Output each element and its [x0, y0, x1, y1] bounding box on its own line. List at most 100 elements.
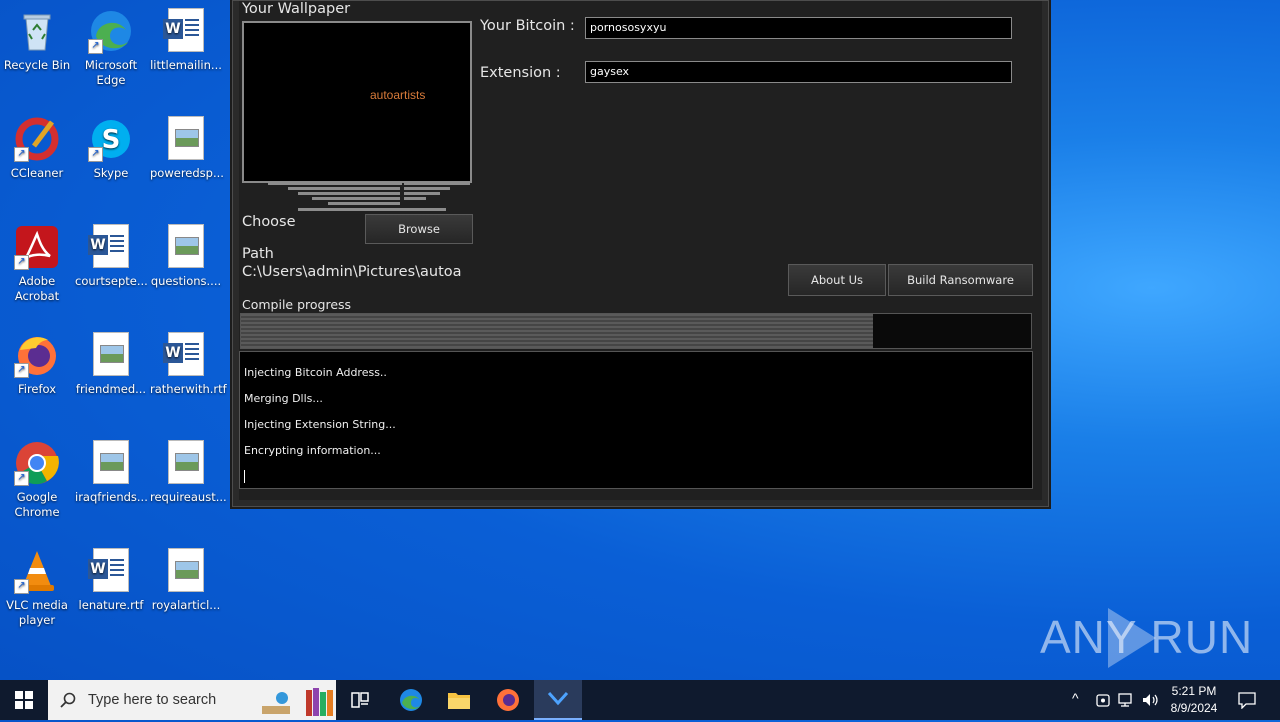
desktop-icon-label: CCleaner: [10, 166, 64, 180]
network-icon[interactable]: [1118, 692, 1134, 708]
start-button[interactable]: [0, 680, 48, 720]
browse-button[interactable]: Browse: [365, 214, 473, 244]
log-line: Merging Dlls...: [244, 392, 323, 405]
windows-logo-icon: [15, 691, 33, 709]
edge-icon: ↗: [88, 8, 134, 54]
path-value: C:\Users\admin\Pictures\autoa: [242, 264, 462, 280]
about-us-button[interactable]: About Us: [788, 264, 886, 296]
desktop-icon-label: Adobe Acrobat: [14, 274, 60, 303]
log-line: Injecting Bitcoin Address..: [244, 366, 387, 379]
desktop-icon-label: ratherwith.rtf: [150, 382, 227, 396]
desktop-icon-word-doc[interactable]: W ratherwith.rtf: [150, 332, 227, 397]
desktop-icon-vlc[interactable]: ↗ VLC media player: [1, 548, 73, 628]
desktop-icon-label: friendmed...: [75, 382, 147, 396]
image-file-icon: [88, 332, 134, 378]
image-file-icon: [163, 116, 209, 162]
firefox-icon: [497, 689, 519, 711]
wallpaper-label: Your Wallpaper: [242, 1, 351, 17]
desktop-icon-label: Microsoft Edge: [84, 58, 138, 87]
meet-now-icon[interactable]: [1096, 692, 1110, 708]
folder-icon: [448, 693, 470, 709]
desktop-icon-label: questions....: [150, 274, 222, 288]
build-ransomware-button[interactable]: Build Ransomware: [888, 264, 1033, 296]
task-view-icon: [351, 692, 369, 708]
app-check-icon: [547, 691, 569, 706]
search-icon: [60, 692, 76, 708]
desktop-icon-image-file[interactable]: royalarticl...: [150, 548, 222, 613]
image-file-icon: [163, 548, 209, 594]
text-caret: [244, 470, 245, 483]
firefox-icon: ↗: [14, 332, 60, 378]
anyrun-watermark: ANY RUN: [1040, 611, 1254, 663]
desktop-icon-adobe-acrobat[interactable]: ↗ Adobe Acrobat: [1, 224, 73, 304]
desktop-icon-firefox[interactable]: ↗ Firefox: [1, 332, 73, 397]
search-highlight-books-icon: [260, 684, 334, 718]
svg-text:S: S: [102, 125, 121, 155]
wallpaper-preview-text: autoartists: [370, 88, 426, 102]
ccleaner-icon: ↗: [14, 116, 60, 162]
compile-progress-label: Compile progress: [242, 297, 352, 312]
task-view-button[interactable]: [344, 680, 376, 720]
vlc-icon: ↗: [14, 548, 60, 594]
bitcoin-label: Your Bitcoin :: [480, 18, 575, 34]
extension-label: Extension :: [480, 65, 561, 81]
build-log-console[interactable]: Injecting Bitcoin Address.. Merging Dlls…: [239, 351, 1033, 489]
clock-time: 5:21 PM: [1171, 684, 1217, 698]
desktop-icon-label: VLC media player: [6, 598, 68, 627]
desktop-icon-label: lenature.rtf: [78, 598, 144, 612]
acrobat-icon: ↗: [14, 224, 60, 270]
compile-progress-fill: [241, 314, 873, 348]
notification-center-button[interactable]: [1234, 680, 1262, 720]
desktop-icon-label: littlemailin...: [150, 58, 222, 72]
log-line: Encrypting information...: [244, 444, 381, 457]
clock-date: 8/9/2024: [1170, 701, 1218, 715]
taskbar-edge-button[interactable]: [392, 680, 430, 720]
recycle-bin-icon: [14, 8, 60, 54]
compile-progress-bar: [240, 313, 1032, 349]
taskbar-file-explorer-button[interactable]: [440, 680, 478, 720]
volume-icon[interactable]: [1142, 692, 1160, 708]
chevron-up-icon[interactable]: ^: [1072, 690, 1079, 706]
desktop-icon-label: requireaust...: [150, 490, 227, 504]
image-file-icon: [163, 224, 209, 270]
system-tray: ^ 5:21 PM 8/9/2024: [1070, 680, 1250, 720]
desktop-icon-word-doc[interactable]: W courtsepte...: [75, 224, 148, 289]
desktop-icon-image-file[interactable]: questions....: [150, 224, 222, 289]
chrome-icon: ↗: [14, 440, 60, 486]
desktop-icon-image-file[interactable]: friendmed...: [75, 332, 147, 397]
desktop-icon-word-doc[interactable]: W littlemailin...: [150, 8, 222, 73]
extension-input[interactable]: gaysex: [585, 61, 1012, 83]
taskbar-search-box[interactable]: Type here to search: [48, 680, 336, 720]
desktop-icon-label: Google Chrome: [14, 490, 60, 519]
log-line: Injecting Extension String...: [244, 418, 396, 431]
desktop-icon-label: iraqfriends...: [75, 490, 148, 504]
desktop-icon-google-chrome[interactable]: ↗ Google Chrome: [1, 440, 73, 520]
clock[interactable]: 5:21 PM 8/9/2024: [1166, 683, 1222, 717]
desktop-icon-microsoft-edge[interactable]: ↗ Microsoft Edge: [75, 8, 147, 88]
desktop-icon-image-file[interactable]: poweredsp...: [150, 116, 224, 181]
desktop-icon-ccleaner[interactable]: ↗ CCleaner: [1, 116, 73, 181]
taskbar-firefox-button[interactable]: [489, 680, 527, 720]
path-label: Path: [242, 246, 274, 262]
desktop-icon-label: poweredsp...: [150, 166, 224, 180]
wallpaper-preview: [242, 21, 472, 183]
notification-icon: [1238, 692, 1256, 709]
bitcoin-address-input[interactable]: pornososyxyu: [585, 17, 1012, 39]
image-file-icon: [163, 440, 209, 486]
desktop-icon-label: Recycle Bin: [3, 58, 71, 72]
desktop-icon-recycle-bin[interactable]: Recycle Bin: [1, 8, 73, 73]
search-placeholder: Type here to search: [88, 692, 217, 708]
desktop-icon-label: royalarticl...: [151, 598, 221, 612]
desktop-icon-label: courtsepte...: [75, 274, 148, 288]
taskbar-active-app-button[interactable]: [534, 680, 582, 720]
desktop-icon-label: Firefox: [17, 382, 57, 396]
image-file-icon: [88, 440, 134, 486]
desktop-icon-image-file[interactable]: iraqfriends...: [75, 440, 148, 505]
desktop-icon-label: Skype: [93, 166, 129, 180]
desktop-icon-word-doc[interactable]: W lenature.rtf: [75, 548, 147, 613]
word-doc-icon: W: [163, 332, 209, 378]
edge-icon: [400, 689, 422, 711]
desktop-icon-skype[interactable]: S ↗ Skype: [75, 116, 147, 181]
desktop-icon-image-file[interactable]: requireaust...: [150, 440, 227, 505]
word-doc-icon: W: [88, 548, 134, 594]
